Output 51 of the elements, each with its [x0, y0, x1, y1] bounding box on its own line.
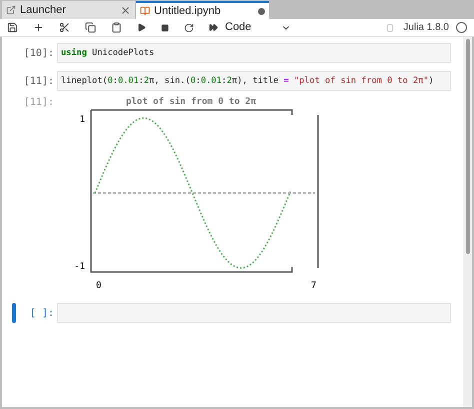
- fast-forward-icon[interactable]: [209, 23, 218, 32]
- code-token: "plot of sin from 0 to 2π": [293, 74, 429, 88]
- y-axis-label: 1: [80, 115, 85, 125]
- code-input[interactable]: using UnicodePlots: [57, 43, 451, 63]
- cut-icon[interactable]: [59, 22, 70, 33]
- code-token: ): [428, 74, 434, 88]
- code-token: 0: [190, 74, 196, 88]
- x-axis-label: 0: [96, 281, 102, 291]
- status-icon: [387, 24, 394, 32]
- code-token: :: [112, 74, 118, 88]
- code-token: 0.01: [118, 74, 139, 88]
- code-token: :: [196, 74, 201, 88]
- launcher-icon: [6, 5, 16, 15]
- tab[interactable]: Untitled.ipynb: [136, 1, 269, 19]
- run-icon[interactable]: [137, 23, 146, 32]
- cell-prompt: [ ]:: [28, 306, 55, 320]
- code-token: 0: [108, 74, 113, 88]
- code-token: 2: [144, 74, 150, 88]
- code-token: :: [222, 74, 227, 88]
- kernel-status-icon: [456, 22, 467, 33]
- code-token: using: [61, 46, 87, 60]
- add-icon[interactable]: [33, 22, 44, 33]
- tab-label: Launcher: [20, 2, 67, 18]
- cell-type-dropdown[interactable]: Code: [225, 19, 292, 36]
- code-token: =: [284, 74, 289, 88]
- code-token: UnicodePlots: [91, 46, 154, 60]
- code-token: lineplot(: [61, 74, 108, 88]
- tab[interactable]: Launcher: [2, 1, 135, 19]
- code-token: π), title: [232, 74, 280, 88]
- paste-icon[interactable]: [111, 22, 122, 33]
- plot-title: plot of sin from 0 to 2π: [126, 97, 256, 107]
- y-axis-label: -1: [74, 262, 85, 272]
- cell-prompt: [11]:: [22, 74, 55, 88]
- code-token: 0.01: [200, 74, 222, 88]
- code-token: :: [138, 74, 144, 88]
- code-token: π, sin.(: [149, 74, 190, 88]
- code-input[interactable]: lineplot(0:0.01:2π, sin.(0:0.01:2π), title = "plot of sin from 0 to 2π"): [57, 71, 451, 91]
- code-token: 2: [226, 74, 232, 88]
- scrollbar[interactable]: [463, 37, 472, 407]
- output-prompt: [11]:: [22, 96, 55, 110]
- kernel-name[interactable]: Julia 1.8.0: [403, 20, 449, 35]
- x-axis-label: 7: [311, 281, 316, 291]
- code-input[interactable]: [57, 303, 451, 323]
- restart-icon[interactable]: [184, 22, 194, 32]
- notebook-icon: [140, 6, 150, 16]
- stop-icon[interactable]: [161, 24, 169, 32]
- copy-icon[interactable]: [85, 22, 96, 33]
- save-icon[interactable]: [7, 22, 18, 33]
- cell-prompt: [10]:: [22, 46, 55, 60]
- tab-label: Untitled.ipynb: [154, 4, 222, 19]
- close-icon[interactable]: [120, 4, 131, 16]
